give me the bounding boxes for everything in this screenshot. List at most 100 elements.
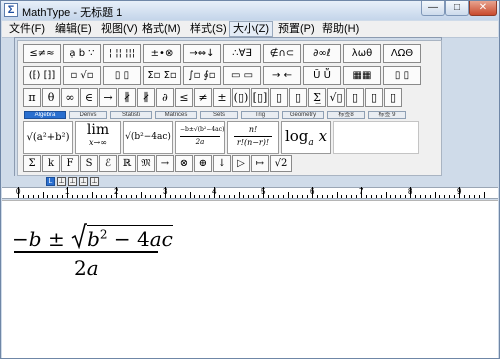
ruler-tick — [32, 195, 34, 198]
logic-palette-button[interactable]: ∴∀∃ — [223, 44, 261, 63]
ruler-tick — [214, 187, 215, 198]
sqrt-two-button[interactable]: √2 — [270, 155, 292, 172]
close-button[interactable]: ✕ — [469, 1, 497, 16]
not-equal-button[interactable]: ≠ — [194, 88, 212, 107]
brackets-button[interactable]: [▯] — [251, 88, 269, 107]
sum-small-button[interactable]: Σ — [23, 155, 41, 172]
ruler-tick — [204, 195, 206, 198]
s-symbol-button[interactable]: S — [80, 155, 98, 172]
menu-file[interactable]: 文件(F) — [6, 21, 48, 37]
element-of-button[interactable]: ∈ — [80, 88, 98, 107]
ruler-tick — [468, 195, 470, 198]
menu-help[interactable]: 帮助(H) — [319, 21, 362, 37]
ruler-tick — [365, 195, 367, 198]
tab-stop-left[interactable]: L — [46, 177, 55, 186]
misc-symbols-palette-button[interactable]: ∂∞ℓ — [303, 44, 341, 63]
ruler-tick — [326, 195, 328, 198]
greek-upper-palette-button[interactable]: ΛΩΘ — [383, 44, 421, 63]
operators-palette-button[interactable]: ±•⊗ — [143, 44, 181, 63]
script-e-button[interactable]: ℰ — [99, 155, 117, 172]
ruler-tick — [150, 195, 152, 198]
ruler-tick — [267, 195, 269, 198]
down-arrow-button[interactable]: ↓ — [213, 155, 231, 172]
parentheses-button[interactable]: (▯) — [232, 88, 250, 107]
summation-template-button[interactable]: Σ̲ — [308, 88, 326, 107]
template-limit[interactable]: lim x→∞ — [75, 121, 121, 154]
plus-minus-button[interactable]: ± — [213, 88, 231, 107]
greek-lower-palette-button[interactable]: λωθ — [343, 44, 381, 63]
products-palette-button[interactable]: Ū Ṻ — [303, 66, 341, 85]
k-symbol-button[interactable]: k — [42, 155, 60, 172]
superscript-button[interactable]: ▯ — [346, 88, 364, 107]
menu-size[interactable]: 大小(Z) — [229, 21, 274, 37]
partial-symbol-button[interactable]: ∂ — [156, 88, 174, 107]
minimize-button[interactable]: — — [421, 1, 445, 16]
set-theory-palette-button[interactable]: ∉∩⊂ — [263, 44, 301, 63]
bars-palette-button[interactable]: ▭ ▭ — [223, 66, 261, 85]
subscript-superscript-palette-button[interactable]: ▯ ▯ — [103, 66, 141, 85]
sub-superscript-button[interactable]: ▯ — [384, 88, 402, 107]
menu-edit[interactable]: 编辑(E) — [52, 21, 95, 37]
circle-times-button[interactable]: ⊗ — [175, 155, 193, 172]
real-numbers-button[interactable]: ℝ — [118, 155, 136, 172]
fraktur-m-button[interactable]: 𝔐 — [137, 155, 155, 172]
tab-derivs[interactable]: Derivs — [69, 111, 107, 119]
tab-9[interactable]: 标签 9 — [368, 111, 406, 119]
tab-stop-decimal[interactable]: ⊥ — [90, 177, 99, 186]
tab-trig[interactable]: Trig — [241, 111, 279, 119]
spaces-ellipses-palette-button[interactable]: ạ b ∵ — [63, 44, 101, 63]
template-logarithm[interactable]: loga x — [281, 121, 331, 154]
square-root-button[interactable]: √▯ — [327, 88, 345, 107]
maps-to-button[interactable]: ↦ — [251, 155, 269, 172]
relations-palette-button[interactable]: ≤≠≈ — [23, 44, 61, 63]
template-discriminant[interactable]: √(b²−4ac) — [123, 121, 173, 154]
equation-editor-area[interactable]: −b ± b2 − 4ac 2a — [2, 200, 498, 358]
menu-style[interactable]: 样式(S) — [187, 21, 230, 37]
ruler-tick — [361, 187, 362, 198]
fraction-small-button[interactable]: ∦ — [118, 88, 136, 107]
template-pythagoras[interactable]: √(a²+b²) — [23, 121, 73, 154]
tab-sets[interactable]: Sets — [200, 111, 238, 119]
arrows-palette-button[interactable]: →⇔↓ — [183, 44, 221, 63]
integrals-palette-button[interactable]: ∫▫ ∮▫ — [183, 66, 221, 85]
menu-view[interactable]: 视图(V) — [98, 21, 141, 37]
tab-geometry[interactable]: Geometry — [282, 111, 324, 119]
template-empty-slot[interactable] — [333, 121, 419, 154]
template-combination[interactable]: n! r!(n−r)! — [227, 121, 279, 154]
ruler-tick — [106, 195, 108, 198]
short-arrow-button[interactable]: → — [156, 155, 174, 172]
tab-statistics[interactable]: Statisti — [110, 111, 152, 119]
tab-matrices[interactable]: Matrices — [155, 111, 197, 119]
tab-stop-relation[interactable]: ⊥ — [79, 177, 88, 186]
tab-stop-right[interactable]: ⊥ — [68, 177, 77, 186]
embellishments-palette-button[interactable]: ¦ ¦¦ ¦¦¦ — [103, 44, 141, 63]
subscript-button[interactable]: ▯ — [365, 88, 383, 107]
f-symbol-button[interactable]: F — [61, 155, 79, 172]
labeled-arrows-palette-button[interactable]: → ← — [263, 66, 301, 85]
fences-palette-button[interactable]: (⁅) [⁆] — [23, 66, 61, 85]
circle-plus-button[interactable]: ⊕ — [194, 155, 212, 172]
tab-8[interactable]: 标签8 — [327, 111, 365, 119]
triangle-right-button[interactable]: ▷ — [232, 155, 250, 172]
menu-format[interactable]: 格式(M) — [139, 21, 184, 37]
infinity-symbol-button[interactable]: ∞ — [61, 88, 79, 107]
theta-symbol-button[interactable]: θ — [42, 88, 60, 107]
slash-fraction-button[interactable]: ▯ — [289, 88, 307, 107]
tab-algebra[interactable]: Algebra — [24, 111, 66, 119]
boxes-palette-button[interactable]: ▯ ▯ — [383, 66, 421, 85]
fractions-radicals-palette-button[interactable]: ▫ √▫ — [63, 66, 101, 85]
ruler: 0 1 2 3 4 5 6 7 8 9 — [2, 187, 498, 199]
tab-stop-center[interactable]: ⊥ — [57, 177, 66, 186]
arrow-right-button[interactable]: → — [99, 88, 117, 107]
pi-symbol-button[interactable]: π — [23, 88, 41, 107]
less-equal-button[interactable]: ≤ — [175, 88, 193, 107]
matrices-palette-button[interactable]: ▦▦ — [343, 66, 381, 85]
menu-preferences[interactable]: 预置(P) — [275, 21, 318, 37]
template-quadratic-formula[interactable]: −b±√(b²−4ac) 2a — [175, 121, 225, 154]
summations-palette-button[interactable]: Σ▫ Σ▫ — [143, 66, 181, 85]
maximize-button[interactable]: □ — [445, 1, 469, 16]
fraction-template-button[interactable]: ▯ — [270, 88, 288, 107]
ruler-tick — [424, 195, 426, 198]
ruler-tick — [101, 195, 103, 198]
fraction-small-2-button[interactable]: ∦ — [137, 88, 155, 107]
